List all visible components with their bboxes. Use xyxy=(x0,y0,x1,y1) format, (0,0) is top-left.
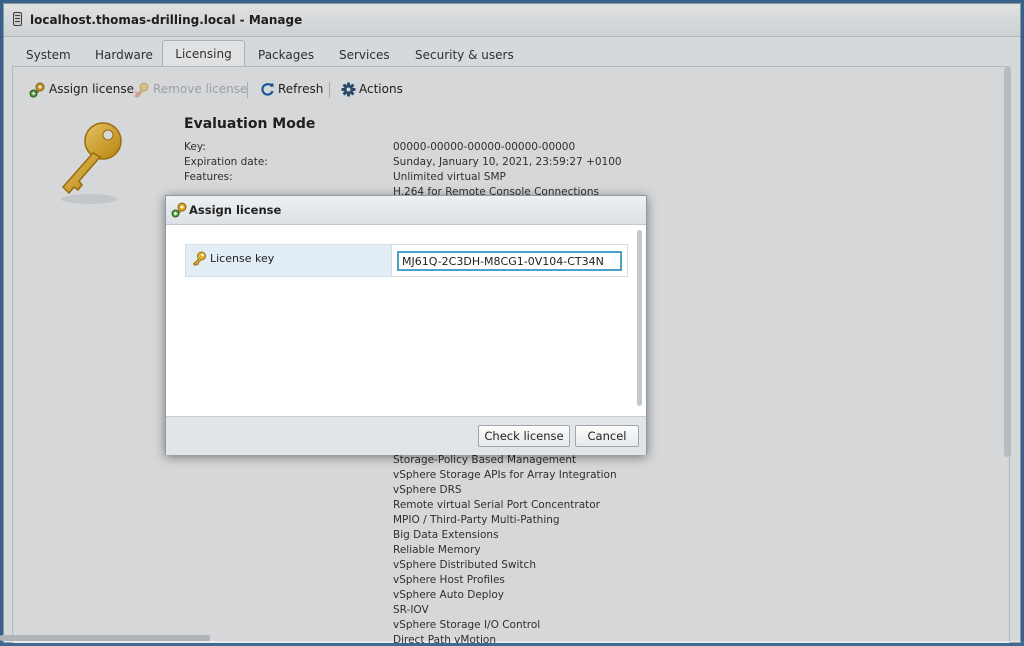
dialog-footer: Check license Cancel xyxy=(166,416,646,455)
dialog-title: Assign license xyxy=(189,203,282,217)
assign-license-dialog: Assign license License key Check license… xyxy=(165,195,647,455)
cancel-button[interactable]: Cancel xyxy=(575,425,639,447)
license-key-label: License key xyxy=(210,252,275,265)
dialog-header: Assign license xyxy=(166,196,646,225)
dialog-scrollbar[interactable] xyxy=(637,230,642,406)
key-icon xyxy=(192,251,206,266)
check-license-button[interactable]: Check license xyxy=(478,425,570,447)
license-key-row: License key xyxy=(185,244,628,277)
license-key-input[interactable] xyxy=(397,251,622,271)
dialog-body: License key xyxy=(166,225,646,416)
key-add-icon xyxy=(171,202,187,218)
license-key-label-cell: License key xyxy=(186,245,392,276)
